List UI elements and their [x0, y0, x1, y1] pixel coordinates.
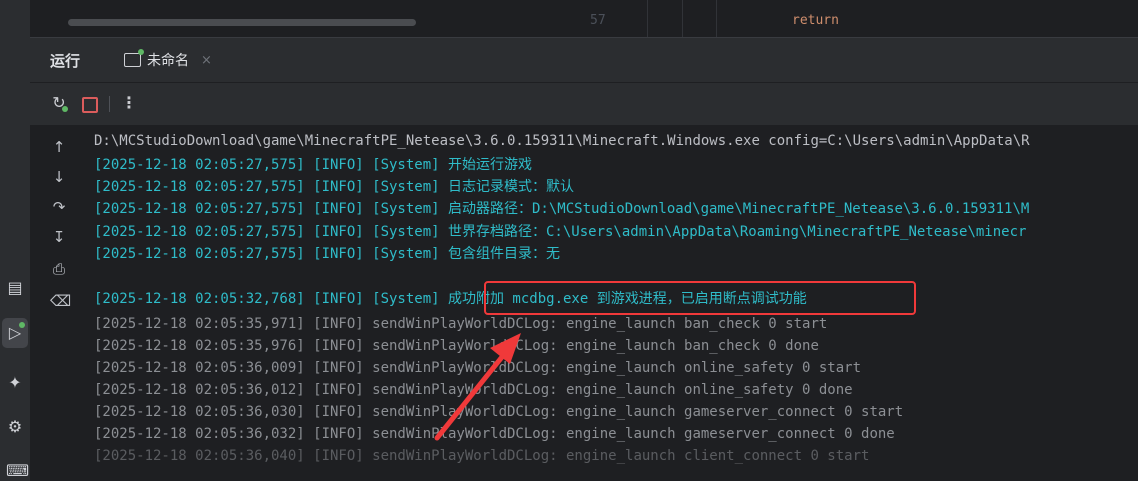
annotation-highlight-box: [484, 281, 916, 315]
soft-wrap-icon[interactable]: ↷: [50, 198, 68, 216]
editor-gutter-divider: [647, 0, 648, 37]
log-line: [2025-12-18 02:05:36,030] [INFO] sendWin…: [94, 404, 904, 420]
more-options-button[interactable]: ⋮: [120, 94, 138, 112]
system-log-line: [2025-12-18 02:05:27,575] [INFO] [System…: [94, 246, 561, 262]
tab-label: 未命名: [147, 53, 189, 69]
tab-run-configuration[interactable]: 未命名 ×: [116, 38, 220, 82]
build-tools-icon[interactable]: ✦: [6, 374, 24, 392]
run-tool-window-header: 运行 未命名 ×: [30, 38, 1138, 83]
system-log-line: [2025-12-18 02:05:27,575] [INFO] [System…: [94, 224, 1027, 240]
editor-area: 57 return: [30, 0, 1138, 38]
structure-icon[interactable]: ▤: [6, 279, 24, 297]
run-tool-icon[interactable]: ▷: [6, 322, 25, 342]
log-line: [2025-12-18 02:05:35,976] [INFO] sendWin…: [94, 338, 819, 354]
scroll-up-icon[interactable]: ↑: [50, 138, 68, 156]
editor-gutter-divider: [716, 0, 717, 37]
left-tool-strip: ▤ ▷ ✦ ⚙ ⌨: [0, 0, 31, 481]
console-tab-icon: [124, 49, 144, 67]
log-line: [2025-12-18 02:05:36,012] [INFO] sendWin…: [94, 382, 853, 398]
run-toolbar: ↻ ⋮: [30, 83, 1138, 126]
scroll-down-icon[interactable]: ↓: [50, 168, 68, 186]
close-icon[interactable]: ×: [201, 53, 212, 68]
log-line: [2025-12-18 02:05:36,032] [INFO] sendWin…: [94, 426, 895, 442]
system-log-line: [2025-12-18 02:05:27,575] [INFO] [System…: [94, 179, 575, 195]
clear-trash-icon[interactable]: ⌫: [50, 292, 71, 310]
editor-code-keyword: return: [792, 13, 839, 28]
ide-window: ▤ ▷ ✦ ⚙ ⌨ 57 return 运行 未命名 × ↻ ⋮ ↑ ↓ ↷ ↧…: [0, 0, 1138, 481]
command-line: D:\MCStudioDownload\game\MinecraftPE_Net…: [94, 133, 1030, 149]
debug-bug-icon[interactable]: ⚙: [6, 418, 24, 436]
log-line: [2025-12-18 02:05:36,040] [INFO] sendWin…: [94, 448, 870, 464]
system-log-line: [2025-12-18 02:05:27,575] [INFO] [System…: [94, 157, 533, 173]
toolbar-divider: [109, 96, 110, 112]
rerun-button[interactable]: ↻: [50, 94, 68, 112]
terminal-tool-icon[interactable]: ⌨: [6, 462, 29, 480]
log-line: [2025-12-18 02:05:36,009] [INFO] sendWin…: [94, 360, 862, 376]
console-side-toolbar: ↑ ↓ ↷ ↧ ⎙ ⌫: [30, 126, 85, 481]
stop-button[interactable]: [82, 97, 98, 113]
editor-line-number: 57: [590, 13, 606, 28]
system-log-line: [2025-12-18 02:05:27,575] [INFO] [System…: [94, 201, 1030, 217]
editor-gutter-divider: [682, 0, 683, 37]
scroll-to-end-icon[interactable]: ↧: [50, 228, 68, 246]
horizontal-scrollbar[interactable]: [68, 19, 416, 26]
print-icon[interactable]: ⎙: [50, 260, 68, 278]
log-line: [2025-12-18 02:05:35,971] [INFO] sendWin…: [94, 316, 828, 332]
tool-window-title: 运行: [50, 52, 81, 70]
